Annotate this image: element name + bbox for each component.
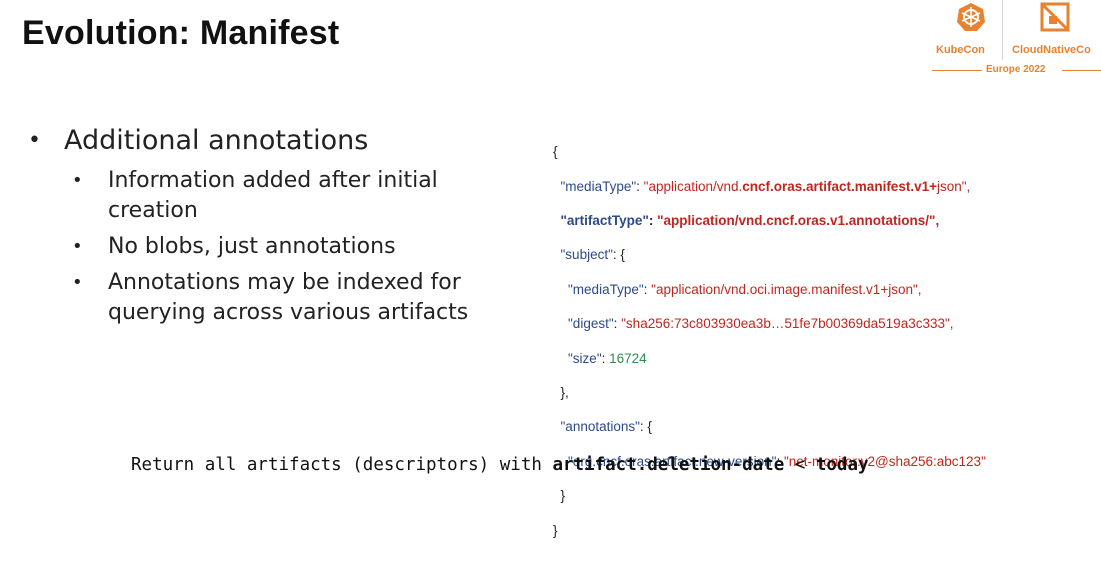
cncf-icon (1040, 2, 1070, 32)
bullet-dot-icon: • (72, 236, 83, 257)
bullet-main: • Additional annotations (24, 124, 494, 158)
sub-bullet: • Information added after initial creati… (24, 166, 494, 226)
kubecon-label: KubeCon (936, 44, 985, 56)
json-line: } (553, 522, 558, 538)
json-line: { (553, 144, 558, 160)
logo-rule-right (1062, 70, 1101, 71)
json-line: } (560, 488, 566, 504)
kubecon-logo: KubeCon CloudNativeCo Europe 2022 (928, 0, 1101, 78)
bullet-main-text: Additional annotations (64, 125, 369, 156)
json-line: "artifactType": "application/vnd.cncf.or… (560, 213, 940, 229)
kubernetes-helm-icon (957, 3, 985, 31)
json-line: "digest": "sha256:73c803930ea3b…51fe7b00… (568, 316, 954, 332)
bullet-dot-icon: • (28, 128, 41, 153)
bullet-dot-icon: • (72, 272, 83, 293)
sub-bullet-text: Annotations may be indexed for querying … (108, 270, 469, 325)
json-line: "size": 16724 (568, 350, 647, 366)
json-line: "annotations": { (560, 419, 652, 435)
query-field: artifact.deletion-date (552, 455, 785, 475)
manifest-json: { "mediaType": "application/vnd.cncf.ora… (553, 126, 1099, 556)
sub-bullet: • No blobs, just annotations (24, 232, 494, 262)
json-line: }, (560, 385, 569, 401)
bullet-list: • Additional annotations • Information a… (24, 124, 494, 334)
slide-title: Evolution: Manifest (22, 14, 340, 52)
json-line: "subject": { (560, 247, 625, 263)
sub-bullet-list: • Information added after initial creati… (24, 166, 494, 328)
query-operator: < (784, 455, 816, 475)
sub-bullet-text: No blobs, just annotations (108, 234, 396, 259)
event-label: Europe 2022 (986, 64, 1046, 75)
query-value: today (815, 455, 869, 475)
cloudnativecon-label: CloudNativeCo (1012, 44, 1091, 56)
json-line: "mediaType": "application/vnd.oci.image.… (568, 281, 922, 297)
query-example: Return all artifacts (descriptors) with … (131, 455, 869, 475)
sub-bullet-text: Information added after initial creation (108, 168, 438, 223)
logo-divider (1002, 0, 1003, 60)
query-prefix: Return all artifacts (descriptors) with (131, 455, 553, 475)
bullet-dot-icon: • (72, 170, 83, 191)
json-line: "mediaType": "application/vnd.cncf.oras.… (560, 178, 971, 194)
sub-bullet: • Annotations may be indexed for queryin… (24, 268, 494, 328)
logo-rule-left (932, 70, 982, 71)
